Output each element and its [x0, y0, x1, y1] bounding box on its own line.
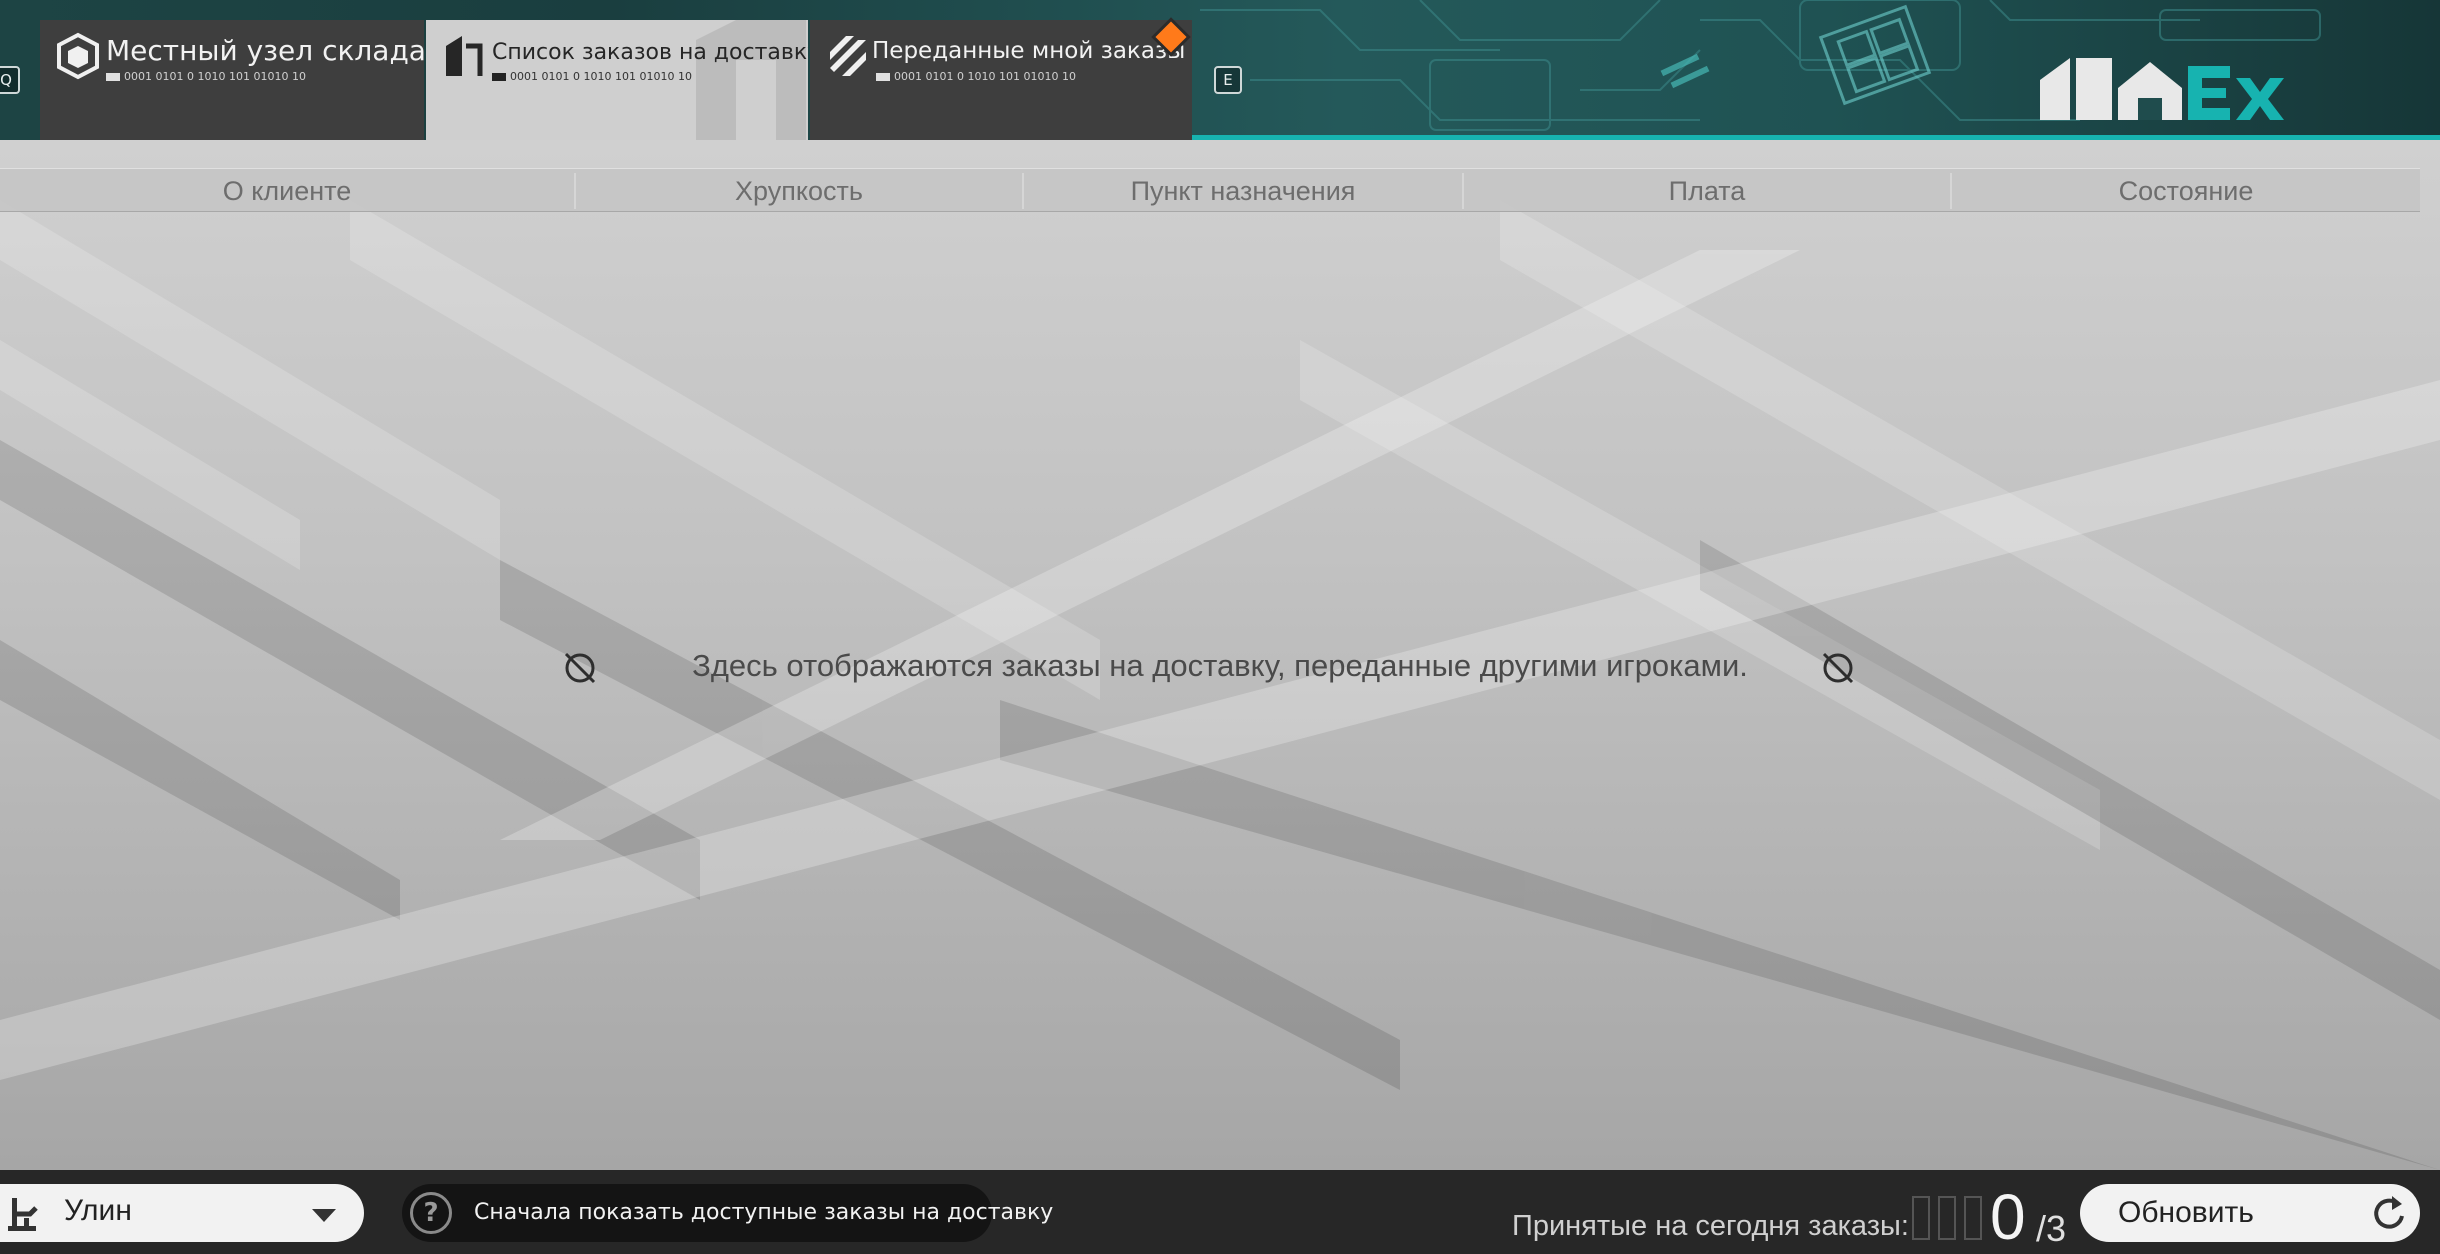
refresh-icon	[2374, 1196, 2404, 1229]
character-icon	[8, 1198, 38, 1231]
tab-warehouse-node[interactable]: Местный узел склада 0001 0101 0 1010 101…	[40, 20, 424, 140]
empty-state-message: Здесь отображаются заказы на доставку, п…	[692, 648, 1748, 683]
tab-my-transferred-orders[interactable]: Переданные мной заказы 0001 0101 0 1010 …	[810, 20, 1192, 140]
help-icon: ?	[410, 1192, 452, 1234]
filter-label: Сначала показать доступные заказы на дос…	[474, 1200, 1054, 1225]
tab-code: 0001 0101 0 1010 101 01010 10	[492, 70, 692, 83]
next-tab-key-hint: E	[1214, 66, 1242, 94]
column-header-fragility: Хрупкость	[735, 176, 863, 206]
column-header-destination: Пункт назначения	[1130, 176, 1356, 206]
cube-icon	[57, 32, 99, 80]
order-table-header: О клиенте Хрупкость Пункт назначения Пла…	[0, 168, 2420, 212]
tab-title: Местный узел склада	[106, 34, 424, 67]
tab-code: 0001 0101 0 1010 101 01010 10	[106, 70, 306, 83]
order-slot	[1938, 1196, 1956, 1240]
tab-title: Список заказов на доставку	[492, 40, 808, 65]
column-header-payment: Плата	[1668, 176, 1746, 206]
prev-tab-key-hint: Q	[0, 66, 20, 94]
refresh-button[interactable]: Обновить	[2080, 1184, 2420, 1242]
column-header-status: Состояние	[2118, 176, 2254, 206]
tab-title: Переданные мной заказы	[872, 38, 1186, 64]
accepted-orders-label: Принятые на сегодня заказы:	[1512, 1210, 1909, 1242]
refresh-label: Обновить	[2118, 1196, 2254, 1229]
stripes-icon	[830, 36, 866, 76]
house-watermark-icon	[696, 20, 806, 140]
order-slot	[1964, 1196, 1982, 1240]
company-logo-icon	[2040, 58, 2284, 120]
house-outline-icon	[446, 36, 483, 76]
accepted-orders-max: /3	[2036, 1208, 2067, 1249]
tab-code: 0001 0101 0 1010 101 01010 10	[876, 70, 1076, 83]
empty-state-icon	[1822, 652, 1854, 684]
character-name: Улин	[64, 1194, 132, 1227]
chevron-down-icon	[312, 1209, 336, 1222]
character-selector-dropdown[interactable]: Улин	[0, 1184, 364, 1242]
order-slot	[1912, 1196, 1930, 1240]
column-header-client: О клиенте	[222, 176, 352, 206]
tab-delivery-orders[interactable]: Список заказов на доставку 0001 0101 0 1…	[426, 20, 808, 140]
bottom-action-bar: Улин ? Сначала показать доступные заказы…	[0, 1170, 2440, 1254]
accepted-orders-count: 0	[1990, 1181, 2026, 1253]
show-available-first-toggle[interactable]: ? Сначала показать доступные заказы на д…	[402, 1184, 1053, 1242]
top-navigation-bar: Q Местный узел склада 0001 0101 0 1010 1…	[0, 0, 2440, 140]
